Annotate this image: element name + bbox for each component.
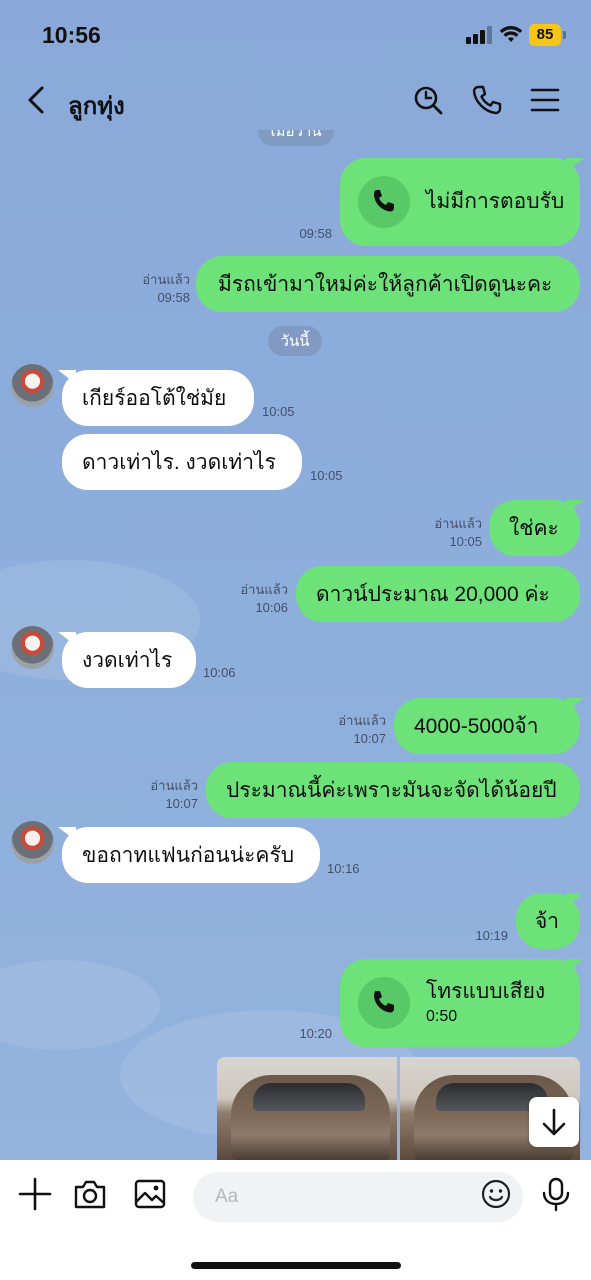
message-time: 10:19	[475, 928, 508, 943]
message-time: 09:58	[157, 290, 190, 305]
message-time: 10:07	[165, 796, 198, 811]
wifi-icon	[499, 26, 523, 42]
arrow-down-icon	[542, 1108, 566, 1136]
message-bubble[interactable]: ขอถาทแฟนก่อนน่ะครับ	[62, 827, 320, 883]
plus-icon[interactable]	[17, 1176, 53, 1212]
call-bubble-missed[interactable]: ไม่มีการตอบรับ	[340, 158, 580, 246]
message-bubble[interactable]: มีรถเข้ามาใหม่ค่ะให้ลูกค้าเปิดดูนะคะ	[196, 256, 580, 312]
message-time: 10:05	[262, 404, 295, 419]
message-text: ไม่มีการตอบรับ	[426, 190, 565, 213]
search-icon[interactable]	[412, 84, 444, 116]
read-receipt: อ่านแล้ว	[240, 582, 288, 597]
message-bubble[interactable]: ดาวน์ประมาณ 20,000 ค่ะ	[296, 566, 580, 622]
phone-icon[interactable]	[471, 84, 503, 116]
photo-thumbnail[interactable]	[217, 1057, 397, 1160]
call-icon-circle	[358, 176, 410, 228]
home-indicator	[191, 1262, 401, 1269]
message-time: 10:16	[327, 861, 360, 876]
avatar[interactable]	[11, 821, 54, 864]
camera-icon[interactable]	[72, 1176, 108, 1212]
message-bubble[interactable]: ดาวเท่าไร. งวดเท่าไร	[62, 434, 302, 490]
emoji-icon[interactable]	[480, 1178, 512, 1210]
chat-header: ลูกทุ่ง	[0, 70, 591, 130]
message-time: 10:05	[449, 534, 482, 549]
message-bubble[interactable]: งวดเท่าไร	[62, 632, 196, 688]
battery-tip	[563, 31, 566, 39]
message-bubble[interactable]: 4000-5000จ้า	[394, 698, 580, 754]
message-bubble[interactable]: เกียร์ออโต้ใช่มัย	[62, 370, 254, 426]
chat-title[interactable]: ลูกทุ่ง	[68, 86, 125, 125]
call-icon-circle	[358, 977, 410, 1029]
message-bubble[interactable]: ประมาณนี้ค่ะเพราะมันจะจัดได้น้อยปี	[206, 762, 580, 818]
read-receipt: อ่านแล้ว	[150, 778, 198, 793]
status-time: 10:56	[42, 22, 101, 48]
menu-icon[interactable]	[529, 84, 561, 116]
message-time: 10:06	[203, 665, 236, 680]
message-time: 10:06	[255, 600, 288, 615]
call-bubble-voice[interactable]: โทรแบบเสียง 0:50	[340, 959, 580, 1047]
avatar[interactable]	[11, 364, 54, 407]
signal-icon	[466, 26, 492, 44]
back-chevron-icon[interactable]	[22, 84, 52, 116]
read-receipt: อ่านแล้ว	[434, 516, 482, 531]
phone-icon	[374, 190, 394, 212]
message-time: 09:58	[299, 226, 332, 241]
image-icon[interactable]	[132, 1176, 168, 1212]
battery-indicator: 85	[529, 24, 561, 46]
message-time: 10:20	[299, 1026, 332, 1041]
message-text: โทรแบบเสียง	[426, 980, 546, 1003]
date-separator-today: วันนี้	[268, 326, 322, 356]
car-windshield	[253, 1083, 365, 1111]
message-time: 10:05	[310, 468, 343, 483]
read-receipt: อ่านแล้ว	[142, 272, 190, 287]
status-bar: 10:56 85	[0, 0, 591, 70]
call-duration: 0:50	[426, 1008, 458, 1025]
avatar[interactable]	[11, 626, 54, 669]
read-receipt: อ่านแล้ว	[338, 713, 386, 728]
scroll-to-bottom-button[interactable]	[529, 1097, 579, 1147]
phone-icon	[374, 991, 394, 1013]
microphone-icon[interactable]	[538, 1176, 574, 1212]
message-time: 10:07	[353, 731, 386, 746]
message-input[interactable]	[193, 1172, 523, 1222]
